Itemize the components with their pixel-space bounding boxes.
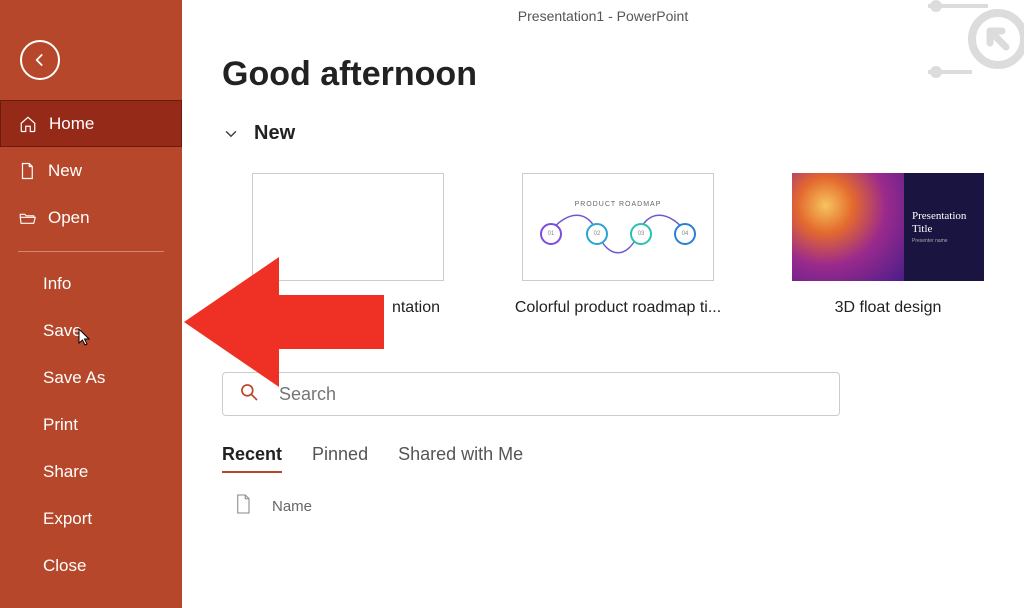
sidebar-item-label: Info — [43, 274, 71, 294]
new-section-toggle[interactable]: New — [222, 122, 984, 145]
sidebar-item-open[interactable]: Open — [0, 194, 182, 241]
sidebar-item-label: Save As — [43, 368, 105, 388]
template-gallery: ntation PRODUCT ROADMAP 01 02 03 04 C — [222, 173, 984, 317]
back-button[interactable] — [20, 40, 60, 80]
tab-pinned[interactable]: Pinned — [312, 444, 368, 473]
sidebar-item-home[interactable]: Home — [0, 100, 182, 147]
sidebar-item-label: Print — [43, 415, 78, 435]
search-box[interactable] — [222, 372, 840, 416]
tab-label: Pinned — [312, 444, 368, 464]
sidebar-item-save-as[interactable]: Save As — [0, 354, 182, 401]
back-arrow-icon — [30, 50, 50, 70]
sidebar-item-label: Share — [43, 462, 88, 482]
sidebar-item-label: Open — [48, 208, 90, 228]
file-icon — [234, 493, 252, 519]
recent-list-header: Name — [222, 493, 984, 519]
thumb-heading: PRODUCT ROADMAP — [575, 201, 662, 208]
tab-recent[interactable]: Recent — [222, 444, 282, 473]
template-3d-float-design[interactable]: Presentation Title Presenter name 3D flo… — [792, 173, 984, 317]
search-input[interactable] — [279, 384, 823, 405]
backstage-sidebar: Home New Open Info Save Save As Print Sh… — [0, 0, 182, 608]
home-icon — [19, 115, 37, 133]
tab-label: Shared with Me — [398, 444, 523, 464]
template-blank-presentation[interactable]: ntation — [252, 173, 444, 317]
sidebar-item-label: Export — [43, 509, 92, 529]
backstage-main: Presentation1 - PowerPoint Good afternoo… — [182, 0, 1024, 608]
sidebar-item-label: New — [48, 161, 82, 181]
template-colorful-product-roadmap[interactable]: PRODUCT ROADMAP 01 02 03 04 Colorful pro… — [522, 173, 714, 317]
template-thumbnail — [252, 173, 444, 281]
sidebar-item-label: Close — [43, 556, 86, 576]
tab-shared-with-me[interactable]: Shared with Me — [398, 444, 523, 473]
column-header-name: Name — [272, 498, 312, 515]
template-title: 3D float design — [835, 299, 942, 317]
sidebar-lower-group: Info Save Save As Print Share Export Clo… — [0, 260, 182, 589]
search-icon — [239, 382, 259, 407]
template-thumbnail: Presentation Title Presenter name — [792, 173, 984, 281]
chevron-down-icon — [222, 125, 240, 143]
sidebar-item-new[interactable]: New — [0, 147, 182, 194]
template-title: ntation — [392, 299, 444, 317]
tab-label: Recent — [222, 444, 282, 464]
sidebar-item-export[interactable]: Export — [0, 495, 182, 542]
backstage-view: Home New Open Info Save Save As Print Sh… — [0, 0, 1024, 608]
new-section-label: New — [254, 122, 295, 145]
template-title: Colorful product roadmap ti... — [515, 299, 721, 317]
sidebar-item-close[interactable]: Close — [0, 542, 182, 589]
sidebar-divider — [18, 251, 164, 252]
folder-open-icon — [18, 209, 36, 227]
greeting-heading: Good afternoon — [222, 55, 984, 94]
recent-tabs: Recent Pinned Shared with Me — [222, 444, 984, 473]
sidebar-item-share[interactable]: Share — [0, 448, 182, 495]
file-icon — [18, 162, 36, 180]
sidebar-item-print[interactable]: Print — [0, 401, 182, 448]
sidebar-item-info[interactable]: Info — [0, 260, 182, 307]
thumb-title: Presentation Title — [912, 210, 984, 235]
window-title: Presentation1 - PowerPoint — [182, 8, 1024, 24]
template-thumbnail: PRODUCT ROADMAP 01 02 03 04 — [522, 173, 714, 281]
sidebar-item-save[interactable]: Save — [0, 307, 182, 354]
sidebar-item-label: Save — [43, 321, 82, 341]
sidebar-item-label: Home — [49, 114, 94, 134]
